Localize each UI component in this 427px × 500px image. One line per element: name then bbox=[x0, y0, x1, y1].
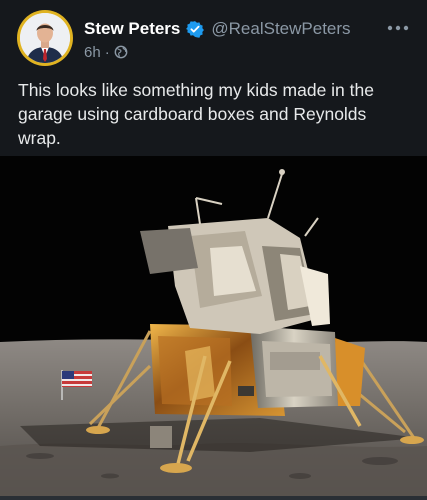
timestamp[interactable]: 6h bbox=[84, 44, 101, 61]
post-text: This looks like something my kids made i… bbox=[18, 80, 374, 148]
post-meta: 6h · bbox=[84, 42, 128, 62]
avatar-photo bbox=[20, 13, 70, 63]
more-options-icon[interactable] bbox=[384, 16, 412, 36]
avatar[interactable] bbox=[17, 10, 73, 66]
meta-separator: · bbox=[104, 43, 110, 61]
verified-badge-icon bbox=[186, 20, 205, 38]
avatar-portrait-icon bbox=[20, 13, 70, 63]
author-handle[interactable]: @RealStewPeters bbox=[211, 19, 350, 39]
lunar-module-photo bbox=[0, 156, 427, 496]
author-display-name[interactable]: Stew Peters bbox=[84, 19, 180, 39]
post-header: Stew Peters @RealStewPeters 6h · bbox=[0, 0, 427, 72]
globe-icon bbox=[114, 45, 128, 59]
divider bbox=[0, 496, 427, 500]
author-row: Stew Peters @RealStewPeters bbox=[84, 18, 351, 40]
post-photo[interactable] bbox=[0, 156, 427, 496]
